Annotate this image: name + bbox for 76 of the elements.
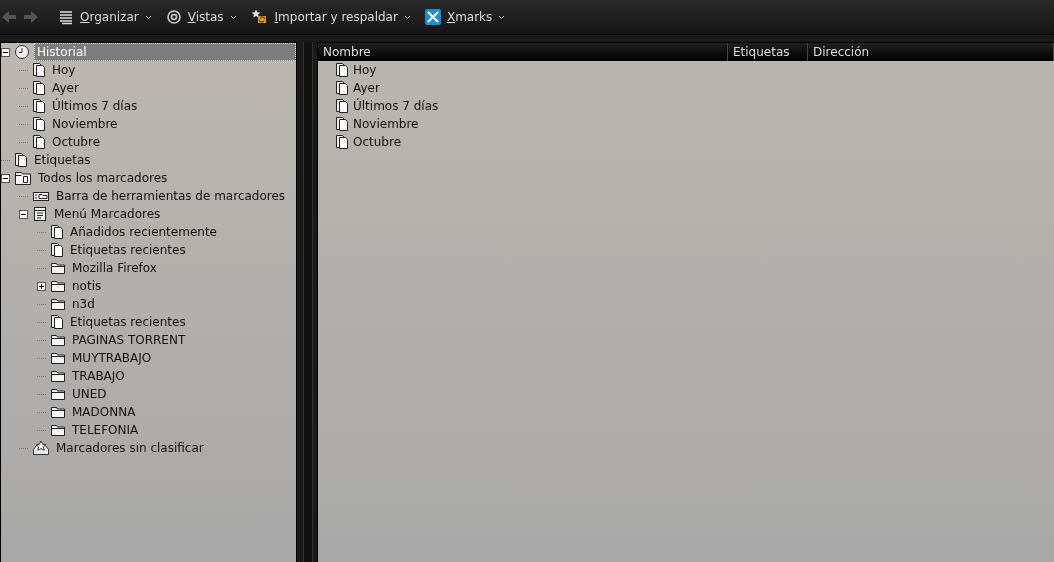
tree-item[interactable]: UNED: [70, 386, 109, 402]
collapse-toggle[interactable]: [1, 47, 10, 57]
folder-icon: [50, 387, 66, 401]
tree-item[interactable]: Marcadores sin clasificar: [54, 440, 206, 456]
pages-icon: [335, 116, 349, 132]
caret-icon: [403, 14, 411, 20]
tree-item[interactable]: n3d: [70, 296, 97, 312]
folder-icon: [50, 297, 66, 311]
toolbar-folder-icon: [32, 189, 50, 203]
menu-list-icon: [32, 206, 48, 222]
toolbar-menu[interactable]: Organizar: [52, 9, 158, 25]
tree-item[interactable]: Octubre: [50, 134, 103, 150]
table-cell: Ayer: [353, 81, 380, 95]
tree-item[interactable]: Hoy: [50, 62, 78, 78]
tree-item[interactable]: Añadidos recientemente: [68, 224, 219, 240]
caret-icon: [144, 14, 152, 20]
folder-icon: [50, 423, 66, 437]
pages-icon: [32, 98, 46, 114]
folder-icon: [50, 333, 66, 347]
unsorted-tray-icon: [32, 440, 50, 456]
table-cell: Últimos 7 días: [353, 99, 439, 113]
tree-item[interactable]: Noviembre: [50, 116, 120, 132]
collapse-toggle[interactable]: [19, 209, 28, 219]
pages-icon: [32, 80, 46, 96]
import-star-icon: [250, 9, 269, 25]
tree-item[interactable]: Mozilla Firefox: [70, 260, 159, 276]
tree-item[interactable]: Menú Marcadores: [52, 206, 163, 222]
column-header[interactable]: Etiquetas: [728, 43, 808, 61]
clock-icon: [14, 44, 30, 60]
pages-icon: [14, 152, 28, 168]
folder-icon: [50, 261, 66, 275]
toolbar-menu[interactable]: Vistas: [159, 9, 243, 25]
tree-item[interactable]: notis: [70, 278, 104, 294]
column-header[interactable]: Dirección: [808, 43, 1054, 61]
pages-icon: [50, 242, 64, 258]
tree-item[interactable]: Etiquetas recientes: [68, 242, 188, 258]
caret-icon: [498, 14, 506, 20]
toolbar-menu[interactable]: Importar y respaldar: [244, 9, 417, 25]
tree-item[interactable]: TELEFONIA: [70, 422, 141, 438]
tree-item[interactable]: Etiquetas recientes: [68, 314, 188, 330]
collapse-toggle[interactable]: [1, 173, 10, 183]
pages-icon: [335, 98, 349, 114]
tree-item[interactable]: Historial: [34, 43, 297, 61]
expand-toggle[interactable]: [37, 281, 46, 291]
toolbar-menu[interactable]: Xmarks: [418, 9, 512, 25]
pages-icon: [50, 224, 64, 240]
folder-icon: [50, 405, 66, 419]
views-target-icon: [165, 9, 182, 25]
caret-icon: [229, 14, 237, 20]
pages-icon: [335, 80, 349, 96]
table-cell: Noviembre: [353, 117, 419, 131]
library-icon: [14, 170, 32, 186]
tree-item[interactable]: Últimos 7 días: [50, 98, 140, 114]
folder-icon: [50, 279, 66, 293]
table-cell: Hoy: [353, 63, 377, 77]
tree-item[interactable]: Barra de herramientas de marcadores: [54, 188, 288, 204]
splitter-handle[interactable]: [303, 42, 313, 562]
pages-icon: [335, 62, 349, 78]
table-cell: Octubre: [353, 135, 402, 149]
xmarks-icon: [424, 9, 441, 25]
tree-item[interactable]: Ayer: [50, 80, 81, 96]
column-header[interactable]: Nombre: [318, 43, 728, 61]
folder-icon: [50, 351, 66, 365]
pages-icon: [32, 116, 46, 132]
tree-item[interactable]: PAGINAS TORRENT: [70, 332, 188, 348]
tree-item[interactable]: Etiquetas: [32, 152, 93, 168]
folder-icon: [50, 369, 66, 383]
tree-item[interactable]: MUYTRABAJO: [70, 350, 154, 366]
tree-item[interactable]: TRABAJO: [70, 368, 127, 384]
tree-item[interactable]: MADONNA: [70, 404, 138, 420]
pages-icon: [335, 134, 349, 150]
tree-item[interactable]: Todos los marcadores: [36, 170, 170, 186]
pages-icon: [32, 62, 46, 78]
pages-icon: [32, 134, 46, 150]
organize-lines-icon: [58, 9, 74, 25]
pages-icon: [50, 314, 64, 330]
